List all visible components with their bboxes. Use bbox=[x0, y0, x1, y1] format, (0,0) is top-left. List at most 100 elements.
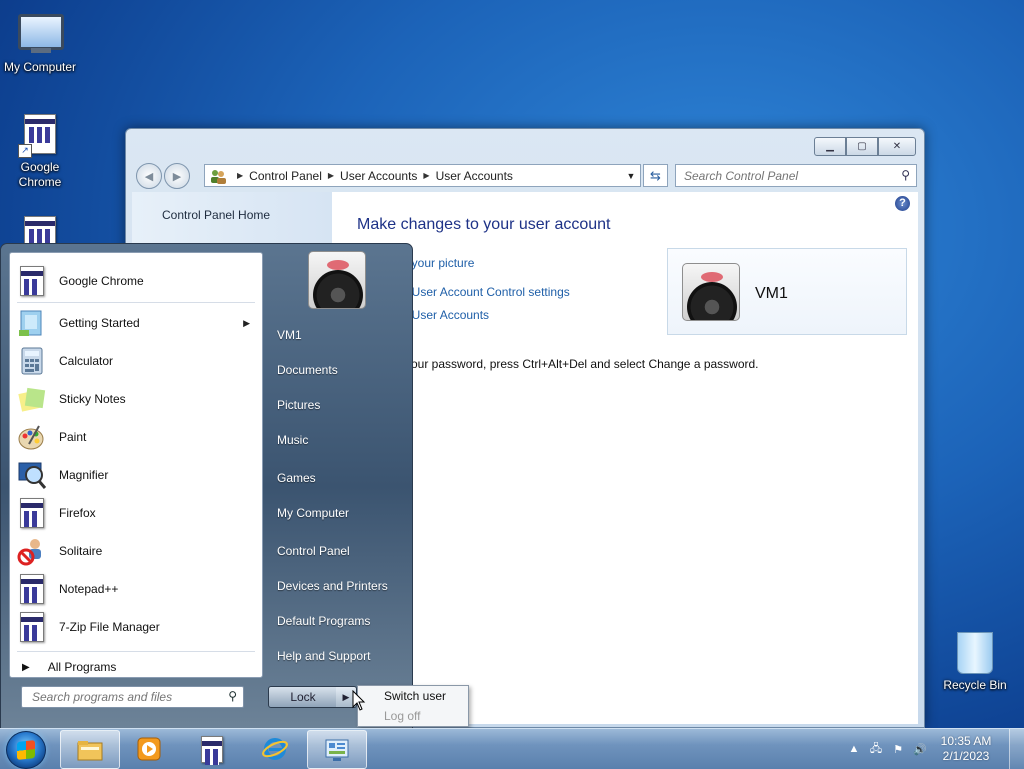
divider bbox=[17, 302, 255, 303]
start-right-devices-printers[interactable]: Devices and Printers bbox=[277, 579, 388, 593]
password-instructions: e your password, press Ctrl+Alt+Del and … bbox=[395, 357, 759, 371]
program-item-firefox[interactable]: Firefox bbox=[10, 495, 262, 531]
show-hidden-icons-icon[interactable]: ▲ bbox=[844, 743, 864, 755]
search-icon[interactable]: ⚲ bbox=[228, 689, 237, 703]
start-right-help-support[interactable]: Help and Support bbox=[277, 649, 370, 663]
start-menu: Google Chrome Getting Started ▶ Calculat… bbox=[0, 243, 413, 731]
taskbar-internet-explorer[interactable] bbox=[246, 730, 304, 767]
program-label: Calculator bbox=[59, 354, 114, 368]
user-picture-icon[interactable] bbox=[308, 251, 366, 309]
paint-icon bbox=[17, 422, 47, 452]
program-item-sticky-notes[interactable]: Sticky Notes bbox=[10, 381, 262, 417]
desktop-icon-recycle-bin[interactable]: Recycle Bin bbox=[935, 630, 1015, 693]
program-item-solitaire[interactable]: Solitaire bbox=[10, 533, 262, 569]
start-right-pictures[interactable]: Pictures bbox=[277, 398, 320, 412]
windows-logo-icon bbox=[17, 740, 35, 760]
program-item-7zip[interactable]: 7-Zip File Manager bbox=[10, 609, 262, 645]
start-search-input[interactable] bbox=[30, 687, 224, 707]
breadcrumb-user-accounts[interactable]: User Accounts bbox=[340, 169, 417, 183]
log-off-menu-item[interactable]: Log off bbox=[384, 709, 420, 723]
maximize-button[interactable]: ▢ bbox=[846, 137, 878, 156]
volume-icon[interactable]: 🔊 bbox=[910, 743, 930, 756]
user-account-card: VM1 bbox=[667, 248, 907, 335]
shortcut-arrow-icon: ↗ bbox=[18, 144, 32, 158]
program-item-google-chrome[interactable]: Google Chrome bbox=[10, 263, 262, 299]
back-arrow-icon: ◀ bbox=[144, 170, 154, 183]
action-center-flag-icon[interactable]: ⚑ bbox=[888, 743, 908, 756]
lock-button[interactable]: Lock bbox=[268, 686, 338, 708]
control-panel-home-link[interactable]: Control Panel Home bbox=[162, 208, 270, 222]
window-controls: ▁ ▢ ✕ bbox=[814, 137, 916, 156]
solitaire-icon bbox=[17, 536, 47, 566]
firefox-app-icon bbox=[17, 498, 47, 528]
taskbar-explorer[interactable] bbox=[60, 730, 120, 769]
control-panel-search[interactable]: ⚲ bbox=[675, 164, 917, 187]
chrome-app-icon: ↗ bbox=[18, 114, 62, 158]
switch-user-menu-item[interactable]: Switch user bbox=[384, 689, 446, 703]
desktop-icon-google-chrome[interactable]: ↗ Google Chrome bbox=[0, 112, 80, 190]
program-label: Getting Started bbox=[59, 316, 140, 330]
page-title: Make changes to your user account bbox=[357, 216, 611, 233]
sticky-notes-icon bbox=[17, 384, 47, 414]
user-name: VM1 bbox=[755, 285, 788, 302]
breadcrumb-separator-icon: ▶ bbox=[237, 171, 244, 180]
taskbar: ▲ 🖧 ⚑ 🔊 10:35 AM 2/1/2023 bbox=[0, 728, 1024, 769]
taskbar-media-player[interactable] bbox=[120, 730, 178, 767]
start-right-documents[interactable]: Documents bbox=[277, 363, 338, 377]
address-dropdown-icon[interactable]: ▼ bbox=[622, 171, 640, 181]
network-icon[interactable]: 🖧 bbox=[866, 740, 886, 759]
show-desktop-button[interactable] bbox=[1009, 729, 1024, 769]
program-item-notepad-plus-plus[interactable]: Notepad++ bbox=[10, 571, 262, 607]
address-bar[interactable]: ▶ Control Panel ▶ User Accounts ▶ User A… bbox=[204, 164, 641, 187]
app-icon bbox=[198, 735, 226, 765]
desktop-icon-label: Recycle Bin bbox=[943, 678, 1007, 692]
navigation-buttons: ◀ ▶ bbox=[136, 163, 192, 189]
refresh-button[interactable]: ⇆ bbox=[643, 164, 668, 187]
start-right-music[interactable]: Music bbox=[277, 433, 308, 447]
start-right-my-computer[interactable]: My Computer bbox=[277, 506, 349, 520]
forward-button[interactable]: ▶ bbox=[164, 163, 190, 189]
clock[interactable]: 10:35 AM 2/1/2023 bbox=[931, 734, 1001, 764]
media-player-icon bbox=[137, 737, 161, 760]
start-search-box[interactable]: ⚲ bbox=[21, 686, 244, 708]
uac-settings-link[interactable]: ge User Account Control settings bbox=[395, 285, 570, 299]
breadcrumb-separator-icon: ▶ bbox=[327, 171, 335, 180]
program-label: Google Chrome bbox=[59, 274, 144, 288]
all-programs-label: All Programs bbox=[47, 660, 117, 674]
divider bbox=[17, 651, 255, 652]
program-item-paint[interactable]: Paint bbox=[10, 419, 262, 455]
program-item-getting-started[interactable]: Getting Started ▶ bbox=[10, 305, 262, 341]
system-tray: ▲ 🖧 ⚑ 🔊 10:35 AM 2/1/2023 bbox=[843, 729, 1024, 769]
program-label: Paint bbox=[59, 430, 87, 444]
desktop-icon-label: My Computer bbox=[3, 60, 77, 74]
start-right-games[interactable]: Games bbox=[277, 471, 316, 485]
breadcrumb-user-accounts-current[interactable]: User Accounts bbox=[436, 169, 513, 183]
breadcrumb-control-panel[interactable]: Control Panel bbox=[249, 169, 322, 183]
all-programs-button[interactable]: ▶ All Programs bbox=[10, 655, 262, 679]
help-icon[interactable]: ? bbox=[895, 196, 910, 211]
taskbar-control-panel[interactable] bbox=[307, 730, 367, 769]
start-right-user[interactable]: VM1 bbox=[277, 328, 302, 342]
users-icon bbox=[211, 169, 226, 184]
program-item-calculator[interactable]: Calculator bbox=[10, 343, 262, 379]
forward-arrow-icon: ▶ bbox=[172, 170, 182, 183]
chevron-right-icon: ▶ bbox=[342, 692, 350, 702]
submenu-arrow-icon: ▶ bbox=[243, 317, 250, 328]
back-button[interactable]: ◀ bbox=[136, 163, 162, 189]
recycle-bin-icon bbox=[953, 632, 997, 676]
start-right-control-panel[interactable]: Control Panel bbox=[277, 544, 350, 558]
maximize-icon: ▢ bbox=[857, 141, 867, 152]
start-button[interactable] bbox=[6, 731, 46, 769]
search-icon[interactable]: ⚲ bbox=[901, 168, 910, 182]
minimize-button[interactable]: ▁ bbox=[814, 137, 846, 156]
desktop-icon-my-computer[interactable]: My Computer bbox=[0, 8, 80, 75]
close-button[interactable]: ✕ bbox=[878, 137, 916, 156]
start-right-default-programs[interactable]: Default Programs bbox=[277, 614, 370, 628]
clock-date: 2/1/2023 bbox=[942, 749, 990, 763]
control-panel-search-input[interactable] bbox=[682, 165, 896, 186]
breadcrumb-separator-icon: ▶ bbox=[423, 171, 430, 180]
taskbar-app[interactable] bbox=[183, 730, 241, 767]
program-item-magnifier[interactable]: Magnifier bbox=[10, 457, 262, 493]
notepad-app-icon bbox=[17, 574, 47, 604]
program-label: Solitaire bbox=[59, 544, 103, 558]
